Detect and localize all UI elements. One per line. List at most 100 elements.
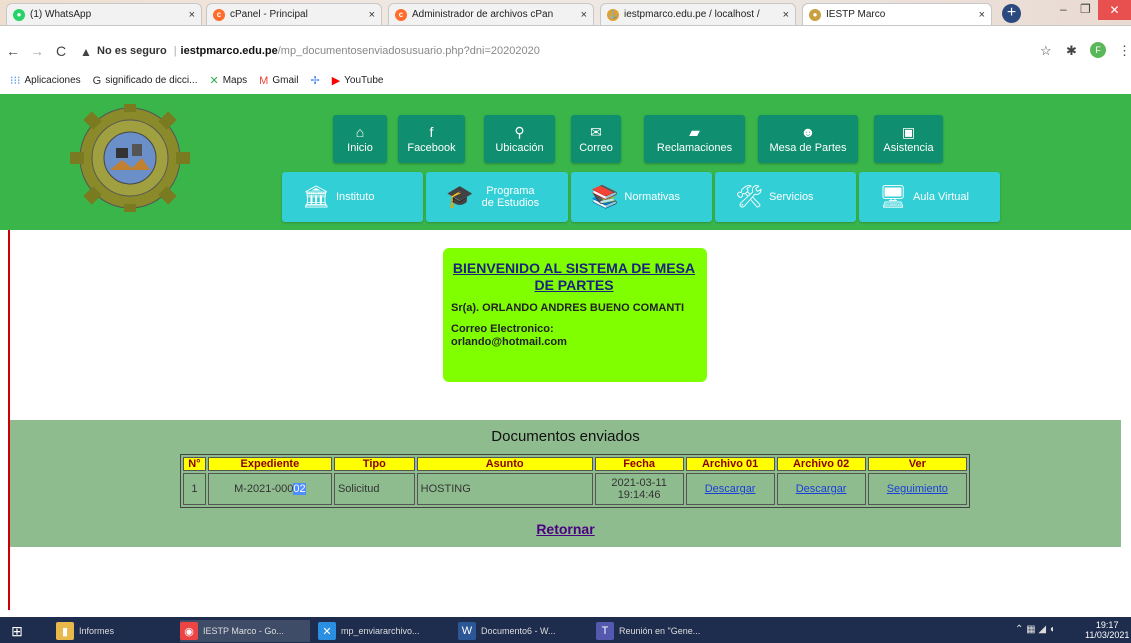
taskbar-item[interactable]: T Reunión en "Gene... bbox=[596, 620, 726, 642]
whatsapp-icon: ● bbox=[13, 8, 25, 21]
back-link[interactable]: Retornar bbox=[0, 521, 1131, 537]
bookmark-item[interactable]: M Gmail bbox=[259, 75, 298, 87]
nav-desk[interactable]: ☻ Mesa de Partes bbox=[758, 115, 858, 163]
tab-close-icon[interactable]: × bbox=[783, 9, 789, 21]
bookmark-item[interactable]: ✕ Maps bbox=[210, 74, 248, 87]
star-icon[interactable]: ☆ bbox=[1040, 43, 1052, 59]
nav-label: Mesa de Partes bbox=[769, 142, 847, 154]
menu-graduate[interactable]: 🎓 Programa de Estudios bbox=[426, 172, 568, 222]
taskbar-item[interactable]: ◉ IESTP Marco - Go... bbox=[180, 620, 310, 642]
tab-label: iestpmarco.edu.pe / localhost / bbox=[624, 9, 760, 20]
taskbar-label: Documento6 - W... bbox=[481, 626, 556, 636]
fecha-time: 19:14:46 bbox=[617, 489, 661, 501]
nav-home[interactable]: ⌂ Inicio bbox=[333, 115, 387, 163]
nav-label: Asistencia bbox=[883, 142, 934, 154]
bookmark-label: significado de dicci... bbox=[105, 75, 198, 86]
windows-icon: ⊞ bbox=[11, 622, 23, 639]
apps-icon: ⁝⁝⁝ bbox=[10, 75, 21, 87]
seguimiento-link[interactable]: Seguimiento bbox=[887, 483, 948, 495]
tab-close-icon[interactable]: × bbox=[369, 9, 375, 21]
taskbar-label: Informes bbox=[79, 626, 115, 636]
window-close-button[interactable]: ✕ bbox=[1098, 0, 1131, 20]
browser-tab[interactable]: c Administrador de archivos cPan × bbox=[388, 3, 594, 25]
taskbar-item[interactable]: ✕ mp_enviararchivo... bbox=[318, 620, 448, 642]
institute-logo bbox=[70, 104, 190, 212]
taskbar-item[interactable]: ▮ Informes bbox=[56, 620, 166, 642]
nav-attendance[interactable]: ▣ Asistencia bbox=[874, 115, 943, 163]
archivo02-link[interactable]: Descargar bbox=[796, 483, 847, 495]
taskbar-label: IESTP Marco - Go... bbox=[203, 626, 284, 636]
back-icon[interactable]: ← bbox=[6, 43, 20, 59]
bookmark-item[interactable]: ✢ bbox=[310, 74, 319, 87]
minimize-icon[interactable]: – bbox=[1060, 2, 1067, 16]
email-label: Correo Electronico: bbox=[451, 323, 554, 335]
browser-tab[interactable]: ⚓ iestpmarco.edu.pe / localhost / × bbox=[600, 3, 796, 25]
archivo01-link[interactable]: Descargar bbox=[705, 483, 756, 495]
translate-icon: ✢ bbox=[310, 75, 320, 87]
table-row: 1 M-2021-00002 Solicitud HOSTING 2021-03-11 1… bbox=[183, 473, 967, 505]
nav-mail[interactable]: ✉ Correo bbox=[571, 115, 621, 163]
url-bar[interactable]: No es seguro | iestpmarco.edu.pe/mp_docume… bbox=[97, 45, 540, 57]
column-header: Archivo 02 bbox=[776, 457, 866, 471]
column-header: Asunto bbox=[416, 457, 593, 471]
expediente-selection: 02 bbox=[293, 483, 306, 495]
profile-avatar[interactable]: F bbox=[1090, 42, 1106, 58]
tab-close-icon[interactable]: × bbox=[581, 9, 587, 21]
tab-label: (1) WhatsApp bbox=[30, 9, 92, 20]
location-icon: ⚲ bbox=[514, 124, 525, 140]
warning-icon[interactable]: ▲ bbox=[80, 45, 92, 59]
tab-label: Administrador de archivos cPan bbox=[412, 9, 554, 20]
expediente-text: M-2021-000 bbox=[234, 483, 294, 495]
gmail-icon: M bbox=[259, 74, 269, 87]
column-header: Tipo bbox=[333, 457, 415, 471]
extensions-icon[interactable]: ✱ bbox=[1066, 43, 1077, 59]
chrome-icon: ◉ bbox=[180, 622, 198, 640]
start-button[interactable]: ⊞ bbox=[8, 620, 26, 642]
cpanel-icon: c bbox=[213, 8, 225, 21]
security-warning: No es seguro bbox=[97, 45, 167, 57]
documents-table: N° Expediente Tipo Asunto Fecha Archivo 01 Arc… bbox=[180, 454, 970, 508]
building-icon: 🏛 bbox=[302, 184, 330, 209]
nav-location[interactable]: ⚲ Ubicación bbox=[484, 115, 555, 163]
system-tray[interactable]: ⌃ ▦ ◢ ◖ bbox=[1015, 624, 1055, 635]
maps-icon: ✕ bbox=[209, 75, 219, 87]
maximize-icon[interactable]: ❐ bbox=[1080, 2, 1091, 16]
url-host: iestpmarco.edu.pe bbox=[180, 45, 278, 57]
browser-tab[interactable]: c cPanel - Principal × bbox=[206, 3, 382, 25]
column-header: Expediente bbox=[207, 457, 332, 471]
bookmark-item[interactable]: ▶ YouTube bbox=[332, 74, 384, 87]
reload-icon[interactable]: C bbox=[56, 43, 66, 59]
menu-tools[interactable]: 🛠 Servicios bbox=[715, 172, 856, 222]
welcome-panel: BIENVENIDO AL SISTEMA DE MESA DE PARTES … bbox=[443, 248, 707, 382]
clock-date: 11/03/2021 bbox=[1085, 630, 1130, 640]
graduate-icon: 🎓 bbox=[446, 184, 474, 209]
nav-complaints[interactable]: ▰ Reclamaciones bbox=[644, 115, 745, 163]
browser-tab[interactable]: ● (1) WhatsApp × bbox=[6, 3, 202, 25]
menu-label: Aula Virtual bbox=[912, 191, 969, 203]
menu-building[interactable]: 🏛 Instituto bbox=[282, 172, 423, 222]
youtube-icon: ▶ bbox=[331, 75, 341, 87]
home-icon: ⌂ bbox=[355, 124, 365, 140]
tab-close-icon[interactable]: × bbox=[189, 9, 195, 21]
browser-tab[interactable]: ● IESTP Marco × bbox=[802, 3, 992, 25]
bookmark-label: YouTube bbox=[344, 75, 384, 86]
menu-books[interactable]: 📚 Normativas bbox=[571, 172, 712, 222]
vscode-icon: ✕ bbox=[318, 622, 336, 640]
menu-label: Instituto bbox=[335, 191, 375, 203]
nav-facebook[interactable]: f Facebook bbox=[398, 115, 465, 163]
table-header-row: N° Expediente Tipo Asunto Fecha Archivo 01 Arc… bbox=[183, 457, 967, 471]
bookmark-label: Maps bbox=[222, 75, 248, 86]
bookmark-item[interactable]: ⁝⁝⁝ Aplicaciones bbox=[10, 74, 81, 87]
nav-label: Correo bbox=[579, 142, 613, 154]
menu-icon[interactable]: ⋮ bbox=[1118, 43, 1131, 59]
seguimiento-cell: Seguimiento bbox=[867, 473, 967, 505]
clock[interactable]: 19:17 11/03/2021 bbox=[1085, 620, 1129, 640]
menu-computer[interactable]: 🖥 Aula Virtual bbox=[859, 172, 1000, 222]
new-tab-button[interactable]: + bbox=[1002, 4, 1021, 23]
forward-icon[interactable]: → bbox=[30, 43, 44, 59]
mail-icon: ✉ bbox=[590, 124, 602, 140]
fecha-cell: 2021-03-11 19:14:46 bbox=[594, 473, 684, 505]
taskbar-item[interactable]: W Documento6 - W... bbox=[458, 620, 588, 642]
bookmark-item[interactable]: Gsignificado de dicci... bbox=[93, 75, 198, 87]
tab-close-icon[interactable]: × bbox=[979, 9, 985, 21]
